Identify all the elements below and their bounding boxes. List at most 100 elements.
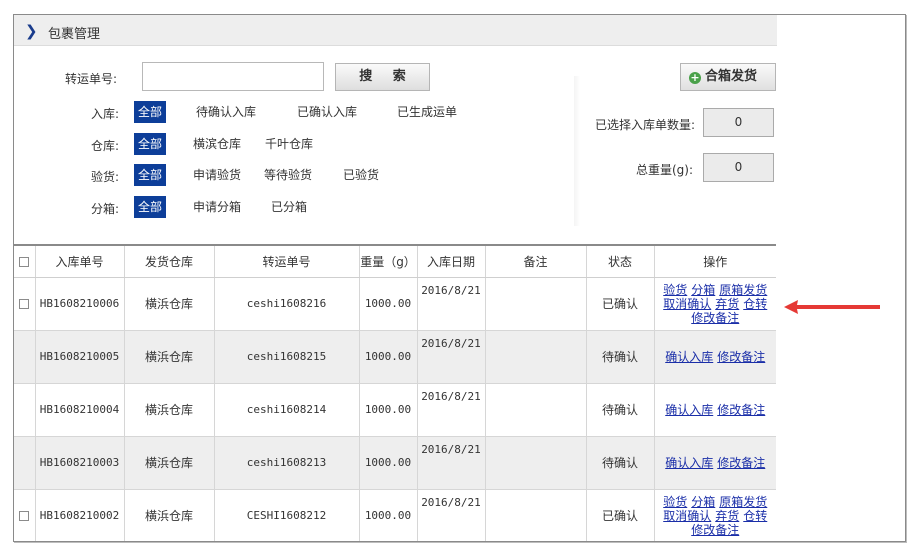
edit-note-link[interactable]: 修改备注 <box>717 403 765 417</box>
plus-circle-icon: + <box>689 71 701 84</box>
transfer-no: ceshi1608213 <box>213 436 359 490</box>
filter-label-inbound: 入库: <box>91 107 120 121</box>
table-header-row: 入库单号 发货仓库 转运单号 重量（g） 入库日期 备注 状态 操作 <box>14 244 776 278</box>
status: 待确认 <box>585 383 654 437</box>
filter-inspection-all[interactable]: 全部 <box>134 164 167 186</box>
actions-cell: 验货 分箱 原箱发货 取消确认 弃货 仓转 修改备注 <box>653 489 776 541</box>
inbound-date: 2016/8/21 <box>416 489 485 541</box>
col-header: 入库日期 <box>416 244 485 278</box>
transfer-no: ceshi1608214 <box>213 383 359 437</box>
transfer-no: ceshi1608216 <box>213 277 359 331</box>
warehouse: 横浜仓库 <box>123 489 214 541</box>
abandon-link[interactable]: 弃货 <box>715 297 739 311</box>
filter-warehouse-yokohama[interactable]: 横滨仓库 <box>189 133 245 155</box>
table-row: HB1608210002 横浜仓库 CESHI1608212 1000.00 2… <box>14 489 776 541</box>
filter-split-all[interactable]: 全部 <box>134 196 167 218</box>
filter-inspection-requested[interactable]: 申请验货 <box>189 164 245 186</box>
selected-count-label: 已选择入库单数量: <box>595 118 696 132</box>
inbound-id: HB1608210005 <box>34 330 124 384</box>
select-all-cell[interactable] <box>14 244 35 278</box>
filter-inspection-done[interactable]: 已验货 <box>339 164 383 186</box>
filter-inbound-pending[interactable]: 待确认入库 <box>192 101 260 123</box>
cancel-confirm-link[interactable]: 取消确认 <box>663 297 711 311</box>
warehouse: 横浜仓库 <box>123 383 214 437</box>
col-header: 备注 <box>484 244 586 278</box>
filter-warehouse-all[interactable]: 全部 <box>134 133 167 155</box>
transfer-warehouse-link[interactable]: 仓转 <box>743 297 767 311</box>
filter-warehouse-chiba[interactable]: 千叶仓库 <box>261 133 317 155</box>
filter-split-requested[interactable]: 申请分箱 <box>189 196 245 218</box>
weight: 1000.00 <box>358 277 417 331</box>
confirm-inbound-link[interactable]: 确认入库 <box>665 350 713 364</box>
filter-inbound-all[interactable]: 全部 <box>134 101 167 123</box>
transfer-no: CESHI1608212 <box>213 489 359 541</box>
col-header: 入库单号 <box>34 244 124 278</box>
note <box>484 436 586 490</box>
table-row: HB1608210005 横浜仓库 ceshi1608215 1000.00 2… <box>14 330 776 384</box>
row-checkbox[interactable] <box>19 299 30 309</box>
filter-inbound-confirmed[interactable]: 已确认入库 <box>293 101 361 123</box>
filter-split-done[interactable]: 已分箱 <box>267 196 311 218</box>
page-title: 包裹管理 <box>48 27 101 42</box>
main-frame: ❯ 包裹管理 转运单号: 搜 索 入库: 全部 待确认入库 已确认入库 已生成运… <box>13 14 906 542</box>
col-header: 操作 <box>653 244 776 278</box>
total-weight-label: 总重量(g): <box>636 163 694 177</box>
weight: 1000.00 <box>358 489 417 541</box>
note <box>484 383 586 437</box>
select-all-checkbox[interactable] <box>19 256 30 267</box>
filter-label-split: 分箱: <box>91 202 120 216</box>
inspect-link[interactable]: 验货 <box>663 495 687 509</box>
actions-cell: 验货 分箱 原箱发货 取消确认 弃货 仓转 修改备注 <box>653 277 776 331</box>
note <box>484 330 586 384</box>
title-bar: ❯ 包裹管理 <box>14 15 777 46</box>
edit-note-link[interactable]: 修改备注 <box>717 350 765 364</box>
cancel-confirm-link[interactable]: 取消确认 <box>663 509 711 523</box>
inbound-id: HB1608210004 <box>34 383 124 437</box>
abandon-link[interactable]: 弃货 <box>715 509 739 523</box>
actions-cell: 确认入库 修改备注 <box>653 330 776 384</box>
transfer-warehouse-link[interactable]: 仓转 <box>743 509 767 523</box>
filter-inspection-waiting[interactable]: 等待验货 <box>260 164 316 186</box>
selected-count-field: 0 <box>703 108 774 137</box>
confirm-inbound-link[interactable]: 确认入库 <box>665 456 713 470</box>
inspect-link[interactable]: 验货 <box>663 283 687 297</box>
split-link[interactable]: 分箱 <box>691 283 715 297</box>
status: 待确认 <box>585 436 654 490</box>
col-header: 发货仓库 <box>123 244 214 278</box>
filter-label-warehouse: 仓库: <box>91 139 120 153</box>
warehouse: 横浜仓库 <box>123 277 214 331</box>
inbound-id: HB1608210006 <box>34 277 124 331</box>
filter-panel: 转运单号: 搜 索 入库: 全部 待确认入库 已确认入库 已生成运单 仓库: 全… <box>14 46 777 244</box>
note <box>484 489 586 541</box>
col-header: 状态 <box>585 244 654 278</box>
weight: 1000.00 <box>358 436 417 490</box>
transfer-no-input[interactable] <box>142 62 324 91</box>
row-checkbox[interactable] <box>19 511 30 521</box>
weight: 1000.00 <box>358 383 417 437</box>
search-button[interactable]: 搜 索 <box>335 63 430 91</box>
actions-cell: 确认入库 修改备注 <box>653 383 776 437</box>
inbound-date: 2016/8/21 <box>416 383 485 437</box>
combine-ship-button[interactable]: + 合箱发货 <box>680 63 776 91</box>
ship-original-link[interactable]: 原箱发货 <box>719 283 767 297</box>
filter-inbound-waybill[interactable]: 已生成运单 <box>393 101 461 123</box>
edit-note-link[interactable]: 修改备注 <box>691 311 739 325</box>
table-row: HB1608210004 横浜仓库 ceshi1608214 1000.00 2… <box>14 383 776 437</box>
table-row: HB1608210006 横浜仓库 ceshi1608216 1000.00 2… <box>14 277 776 331</box>
col-header: 重量（g） <box>358 244 417 278</box>
total-weight-field: 0 <box>703 153 774 182</box>
filter-label-inspection: 验货: <box>91 170 120 184</box>
confirm-inbound-link[interactable]: 确认入库 <box>665 403 713 417</box>
transfer-no-label: 转运单号: <box>65 72 118 86</box>
table-row: HB1608210003 横浜仓库 ceshi1608213 1000.00 2… <box>14 436 776 490</box>
status: 已确认 <box>585 489 654 541</box>
red-arrow-icon <box>784 300 880 314</box>
status: 已确认 <box>585 277 654 331</box>
edit-note-link[interactable]: 修改备注 <box>717 456 765 470</box>
edit-note-link[interactable]: 修改备注 <box>691 523 739 537</box>
split-link[interactable]: 分箱 <box>691 495 715 509</box>
col-header: 转运单号 <box>213 244 359 278</box>
package-table: 入库单号 发货仓库 转运单号 重量（g） 入库日期 备注 状态 操作 HB160… <box>14 244 776 541</box>
ship-original-link[interactable]: 原箱发货 <box>719 495 767 509</box>
inbound-id: HB1608210002 <box>34 489 124 541</box>
